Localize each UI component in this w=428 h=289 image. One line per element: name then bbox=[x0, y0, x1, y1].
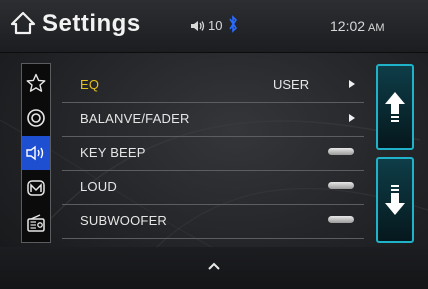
star-icon bbox=[26, 73, 46, 92]
key-beep-toggle[interactable] bbox=[328, 148, 354, 155]
clock-ampm: AM bbox=[368, 22, 385, 34]
menu-item-label: LOUD bbox=[80, 179, 117, 194]
loud-toggle[interactable] bbox=[328, 182, 354, 189]
settings-screen: Settings 10 12:02 AM EQ USER BALANVE/FAD… bbox=[0, 0, 428, 289]
radio-icon bbox=[27, 214, 45, 232]
chevron-right-icon bbox=[349, 114, 355, 122]
target-icon bbox=[27, 109, 45, 127]
chevron-up-icon[interactable] bbox=[208, 261, 220, 271]
speaker-sound-icon bbox=[26, 145, 44, 161]
home-icon[interactable] bbox=[10, 10, 36, 36]
scroll-down-button[interactable] bbox=[376, 157, 414, 243]
menu-item-label: EQ bbox=[80, 77, 100, 92]
volume-indicator: 10 bbox=[190, 18, 222, 33]
clock-time: 12:02 bbox=[330, 18, 366, 34]
sidebar-item-mode[interactable] bbox=[22, 171, 50, 205]
menu-item-eq[interactable]: EQ USER bbox=[62, 68, 364, 103]
sidebar-item-general[interactable] bbox=[22, 101, 50, 135]
volume-level: 10 bbox=[208, 18, 223, 33]
menu-item-loud[interactable]: LOUD bbox=[62, 170, 364, 205]
menu-item-subwoofer[interactable]: SUBWOOFER bbox=[62, 204, 364, 239]
sidebar-item-audio[interactable] bbox=[22, 136, 50, 170]
subwoofer-toggle[interactable] bbox=[328, 216, 354, 223]
sidebar bbox=[21, 63, 51, 243]
menu-item-label: KEY BEEP bbox=[80, 145, 146, 160]
clock: 12:02 AM bbox=[330, 18, 385, 34]
sidebar-item-radio[interactable] bbox=[22, 206, 50, 240]
menu-item-label: BALANVE/FADER bbox=[80, 111, 190, 126]
menu-item-label: SUBWOOFER bbox=[80, 213, 168, 228]
page-title: Settings bbox=[42, 10, 141, 37]
menu-item-balance-fader[interactable]: BALANVE/FADER bbox=[62, 102, 364, 137]
sidebar-item-favorites[interactable] bbox=[22, 66, 50, 100]
speaker-volume-icon bbox=[191, 20, 205, 31]
arrow-up-icon bbox=[385, 92, 405, 122]
m-icon bbox=[27, 180, 45, 196]
header-bar: Settings 10 12:02 AM bbox=[0, 0, 428, 53]
scroll-up-button[interactable] bbox=[376, 64, 414, 150]
menu-item-key-beep[interactable]: KEY BEEP bbox=[62, 136, 364, 171]
menu-item-value: USER bbox=[273, 77, 310, 92]
bluetooth-icon bbox=[229, 15, 238, 33]
arrow-down-icon bbox=[385, 185, 405, 215]
chevron-right-icon bbox=[349, 80, 355, 88]
